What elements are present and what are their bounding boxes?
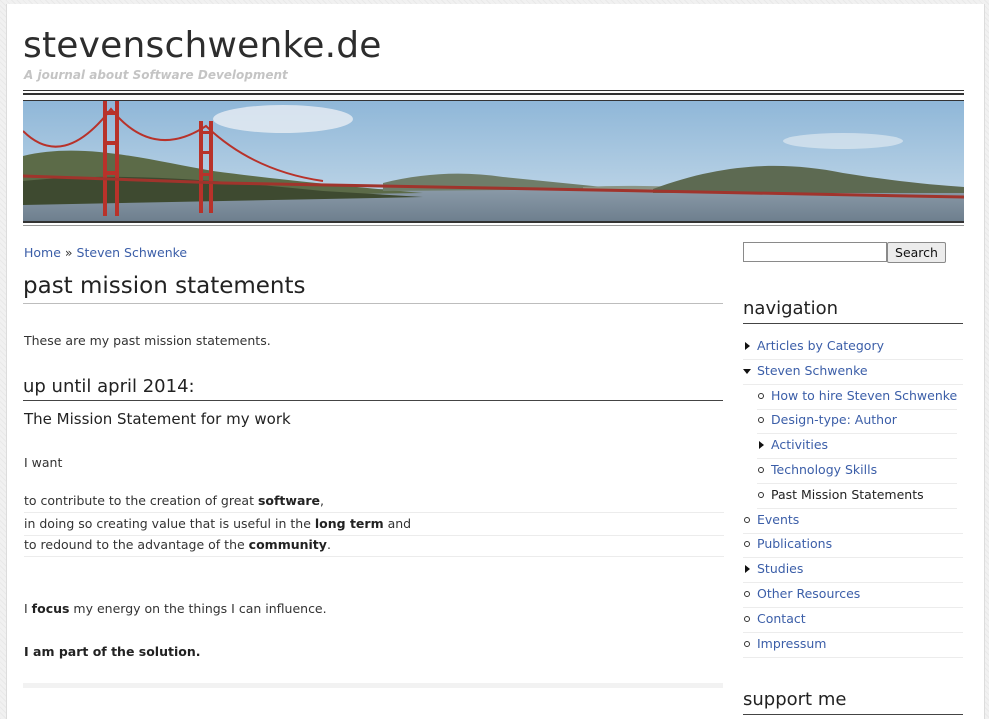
closing-statement: I am part of the solution. — [24, 644, 201, 659]
nav-item-label[interactable]: Contact — [757, 609, 806, 629]
nav-item[interactable]: Activities — [757, 435, 957, 460]
circle-bullet-icon — [744, 640, 750, 647]
nav-item[interactable]: Articles by Category — [743, 336, 963, 360]
nav-item-label[interactable]: Articles by Category — [757, 336, 884, 356]
caret-right-icon — [745, 342, 750, 350]
focus-text: I focus my energy on the things I can in… — [24, 601, 327, 616]
focus-bold: focus — [31, 601, 70, 616]
mission-line-bold: long term — [314, 516, 384, 531]
nav-item-label[interactable]: Studies — [757, 559, 803, 579]
nav-item-label[interactable]: Other Resources — [757, 584, 860, 604]
mission-line-text: and — [383, 516, 412, 531]
i-want-text: I want — [24, 455, 63, 470]
support-title: support me — [743, 688, 963, 715]
mission-line-text: to redound to the advantage of the — [24, 537, 249, 552]
intro-text: These are my past mission statements. — [24, 333, 271, 348]
banner-rule-bottom — [23, 225, 964, 226]
nav-item[interactable]: Studies — [743, 559, 963, 584]
breadcrumb-separator: » — [64, 245, 73, 260]
circle-bullet-icon — [744, 541, 750, 548]
breadcrumb-home-link[interactable]: Home — [24, 245, 61, 260]
circle-bullet-icon — [744, 615, 750, 622]
nav-item[interactable]: Contact — [743, 609, 963, 633]
caret-down-icon — [743, 368, 751, 374]
content-footer-divider — [23, 683, 723, 688]
mission-line-bold: community — [248, 537, 327, 552]
nav-item-label[interactable]: Events — [757, 510, 799, 530]
nav-item-label[interactable]: Technology Skills — [771, 460, 877, 480]
nav-item[interactable]: Design-type: Author — [757, 410, 957, 435]
mission-line-text: , — [320, 493, 325, 508]
site-title[interactable]: stevenschwenke.de — [23, 22, 382, 70]
nav-item[interactable]: How to hire Steven Schwenke — [757, 386, 957, 410]
header-rule-bottom — [23, 93, 964, 95]
mission-line-text: . — [326, 537, 331, 552]
site-slogan: A journal about Software Development — [24, 68, 288, 82]
nav-item-label[interactable]: Activities — [771, 435, 828, 455]
circle-bullet-icon — [758, 491, 764, 498]
mission-subheading: The Mission Statement for my work — [24, 410, 291, 428]
nav-item-label[interactable]: Steven Schwenke — [757, 361, 868, 381]
circle-bullet-icon — [744, 591, 750, 597]
banner-rule-top — [23, 221, 964, 223]
caret-right-icon — [745, 565, 750, 574]
focus-text-part: I — [24, 601, 32, 616]
header-rule-top — [23, 90, 964, 91]
mission-line-1: to contribute to the creation of great s… — [24, 490, 724, 513]
search-button[interactable]: Search — [887, 242, 946, 263]
mission-line-3: to redound to the advantage of the commu… — [24, 534, 724, 557]
search-input[interactable] — [743, 242, 887, 262]
nav-item[interactable]: Impressum — [743, 634, 963, 658]
nav-item-label[interactable]: Design-type: Author — [771, 410, 897, 430]
nav-item-label: Past Mission Statements — [771, 486, 924, 502]
nav-item-label[interactable]: Impressum — [757, 634, 826, 654]
circle-bullet-icon — [744, 516, 750, 523]
circle-bullet-icon — [758, 392, 764, 399]
page-container: stevenschwenke.de A journal about Softwa… — [6, 4, 985, 719]
circle-bullet-icon — [758, 467, 764, 473]
section-heading: up until april 2014: — [23, 375, 723, 401]
nav-item[interactable]: Publications — [743, 534, 963, 559]
mission-line-text: in doing so creating value that is usefu… — [24, 516, 315, 531]
nav-item[interactable]: Events — [743, 510, 963, 534]
breadcrumb-current-link[interactable]: Steven Schwenke — [77, 245, 188, 260]
nav-item-label[interactable]: Publications — [757, 534, 832, 554]
navigation-title: navigation — [743, 297, 963, 324]
nav-item[interactable]: Technology Skills — [757, 460, 957, 484]
nav-item-label[interactable]: How to hire Steven Schwenke — [771, 386, 957, 406]
nav-item[interactable]: Steven Schwenke — [743, 361, 963, 385]
header-banner-image — [23, 100, 964, 221]
mission-line-2: in doing so creating value that is usefu… — [24, 513, 724, 536]
mission-line-text: to contribute to the creation of great — [24, 493, 258, 508]
caret-right-icon — [759, 441, 764, 450]
page-title: past mission statements — [23, 271, 723, 304]
breadcrumb: Home » Steven Schwenke — [24, 245, 187, 260]
mission-line-bold: software — [257, 493, 321, 508]
nav-item[interactable]: Other Resources — [743, 584, 963, 608]
focus-text-part: my energy on the things I can influence. — [69, 601, 327, 616]
nav-item[interactable]: Past Mission Statements — [757, 485, 957, 509]
circle-bullet-icon — [758, 417, 764, 424]
